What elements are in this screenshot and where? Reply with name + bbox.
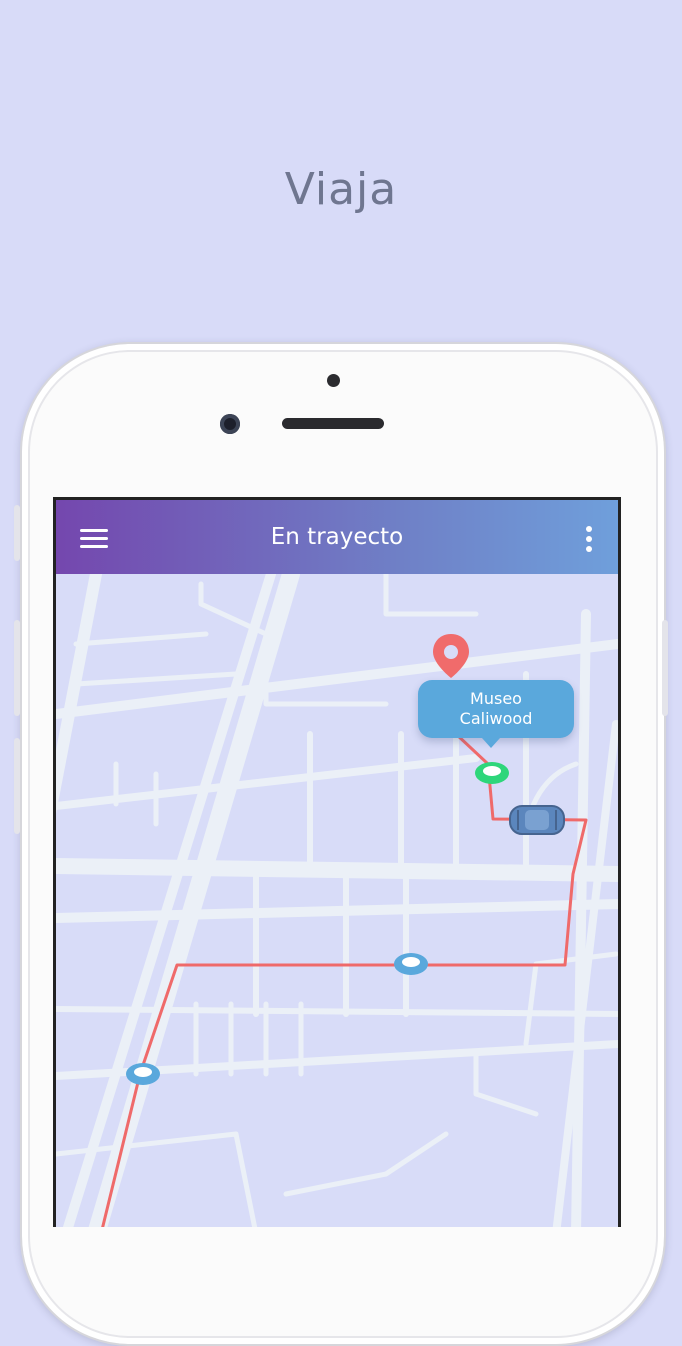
app-bar-title: En trayecto — [270, 524, 404, 550]
phone-power-button — [662, 620, 668, 716]
phone-volume-up — [14, 620, 20, 716]
car-icon[interactable] — [509, 805, 565, 835]
waypoint-icon[interactable] — [394, 953, 428, 975]
proximity-sensor — [327, 374, 340, 387]
earpiece-speaker — [282, 418, 384, 429]
map-view[interactable]: Museo Caliwood — [56, 574, 618, 1227]
app-bar: En trayecto — [56, 500, 618, 574]
map-canvas — [56, 574, 618, 1227]
destination-name-line2: Caliwood — [459, 709, 533, 728]
phone-screen: En trayecto Museo Caliwood — [53, 497, 621, 1227]
front-camera — [220, 414, 240, 434]
more-vert-icon[interactable] — [584, 526, 594, 554]
phone-mute-switch — [14, 505, 20, 561]
destination-name-line1: Museo — [470, 689, 522, 708]
destination-callout[interactable]: Museo Caliwood — [418, 680, 574, 748]
current-stop-marker[interactable] — [475, 762, 509, 784]
waypoint-icon[interactable] — [126, 1063, 160, 1085]
phone-volume-down — [14, 738, 20, 834]
headline: Viaja — [284, 164, 398, 215]
